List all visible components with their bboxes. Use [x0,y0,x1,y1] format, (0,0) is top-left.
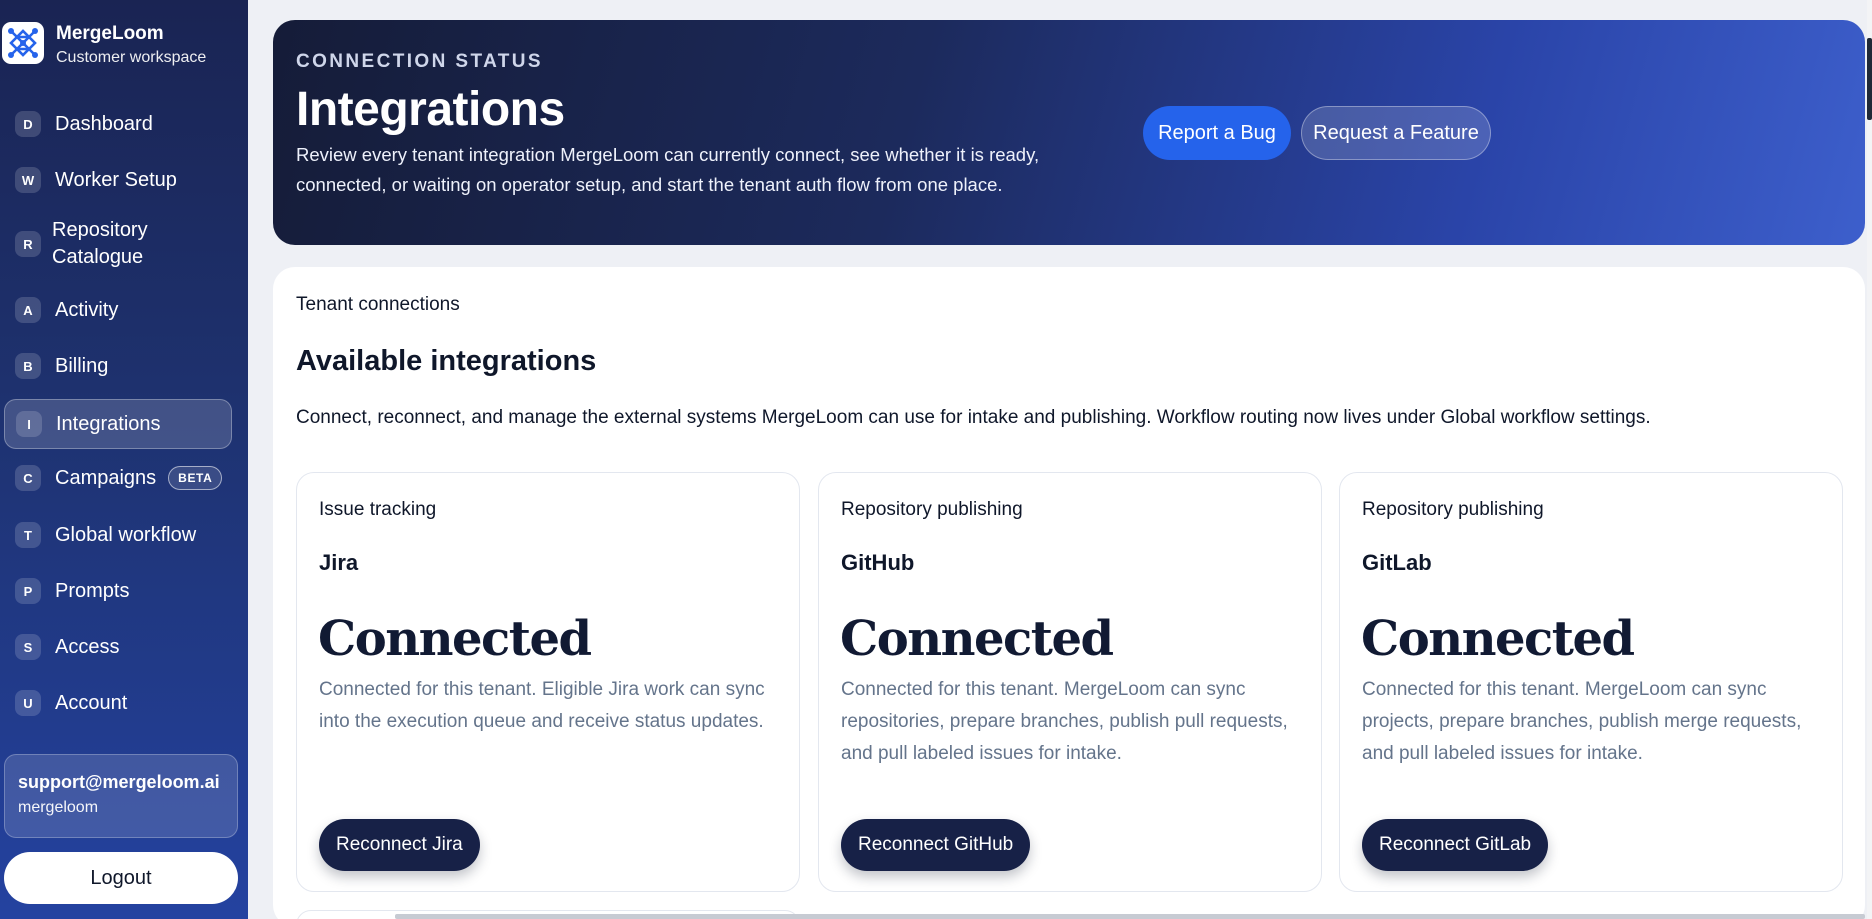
sidebar-item-integrations[interactable]: I Integrations [4,399,232,449]
integration-card-github: Repository publishing GitHub Connected C… [818,472,1322,892]
sidebar-item-label: Account [55,691,128,714]
campaigns-letter-icon: C [15,465,41,491]
beta-badge: BETA [168,466,223,490]
sidebar-item-label: Access [55,635,120,658]
sidebar-item-campaigns[interactable]: C Campaigns BETA [4,458,232,498]
card-status: Connected [840,611,1114,667]
integrations-panel: Tenant connections Available integration… [273,267,1865,919]
hero-description: Review every tenant integration MergeLoo… [296,144,1040,195]
brand-subtitle: Customer workspace [56,49,207,66]
vertical-scrollbar-thumb[interactable] [1867,38,1872,120]
section-title: Available integrations [296,345,597,377]
card-description: Connected for this tenant. MergeLoom can… [1362,679,1802,764]
sidebar-item-access[interactable]: S Access [4,627,232,667]
sidebar-item-repository-catalogue[interactable]: R Repository Catalogue [4,214,232,274]
section-eyebrow: Tenant connections [296,294,460,315]
reconnect-jira-button[interactable]: Reconnect Jira [319,819,480,871]
section-description: Connect, reconnect, and manage the exter… [296,407,1651,428]
card-category: Repository publishing [841,499,1023,520]
sidebar-item-account[interactable]: U Account [4,683,232,723]
card-description: Connected for this tenant. MergeLoom can… [841,679,1288,764]
brand-name: MergeLoom [56,23,164,44]
request-feature-button[interactable]: Request a Feature [1301,106,1491,160]
sidebar-item-worker-setup[interactable]: W Worker Setup [4,160,232,200]
card-category: Repository publishing [1362,499,1544,520]
sidebar-item-label: Prompts [55,579,130,602]
sidebar-item-label: Global workflow [55,523,197,546]
prompts-letter-icon: P [15,578,41,604]
worker-setup-letter-icon: W [15,167,41,193]
integrations-letter-icon: I [16,411,42,437]
sidebar-item-label: Campaigns [55,466,157,489]
card-status: Connected [1361,611,1635,667]
account-letter-icon: U [15,690,41,716]
sidebar-item-billing[interactable]: B Billing [4,346,232,386]
report-bug-button[interactable]: Report a Bug [1143,106,1291,160]
user-org: mergeloom [18,799,99,816]
sidebar-item-dashboard[interactable]: D Dashboard [4,104,232,144]
integration-card-jira: Issue tracking Jira Connected Connected … [296,472,800,892]
user-email: support@mergeloom.ai [18,772,220,792]
vertical-scrollbar[interactable] [1867,0,1872,919]
access-letter-icon: S [15,634,41,660]
user-card: support@mergeloom.ai mergeloom [4,754,238,838]
sidebar-item-prompts[interactable]: P Prompts [4,571,232,611]
card-name: GitLab [1362,550,1432,575]
card-name: Jira [319,550,359,575]
mergeloom-logo-icon [2,22,44,64]
sidebar: MergeLoom Customer workspace D Dashboard… [0,0,248,919]
sidebar-item-label: Activity [55,298,119,321]
horizontal-scrollbar[interactable] [395,914,1865,919]
repository-catalogue-letter-icon: R [15,231,41,257]
integration-card-gitlab: Repository publishing GitLab Connected C… [1339,472,1843,892]
global-workflow-letter-icon: T [15,522,41,548]
sidebar-item-label: Worker Setup [55,168,177,191]
brand[interactable]: MergeLoom Customer workspace [2,22,206,69]
sidebar-item-label: Billing [55,354,109,377]
billing-letter-icon: B [15,353,41,379]
hero-eyebrow: CONNECTION STATUS [296,51,543,72]
card-status: Connected [318,611,592,667]
page-title: Integrations [296,83,565,136]
sidebar-item-label: Integrations [56,412,161,435]
sidebar-item-global-workflow[interactable]: T Global workflow [4,515,232,555]
card-category: Issue tracking [319,499,437,520]
dashboard-letter-icon: D [15,111,41,137]
activity-letter-icon: A [15,297,41,323]
logout-button[interactable]: Logout [4,852,238,904]
sidebar-item-label: Repository Catalogue [52,219,148,268]
reconnect-gitlab-button[interactable]: Reconnect GitLab [1362,819,1549,871]
hero-banner: CONNECTION STATUS Integrations Review ev… [273,20,1865,245]
card-name: GitHub [841,550,915,575]
card-description: Connected for this tenant. Eligible Jira… [319,679,765,732]
sidebar-item-activity[interactable]: A Activity [4,290,232,330]
sidebar-item-label: Dashboard [55,112,153,135]
reconnect-github-button[interactable]: Reconnect GitHub [841,819,1031,871]
